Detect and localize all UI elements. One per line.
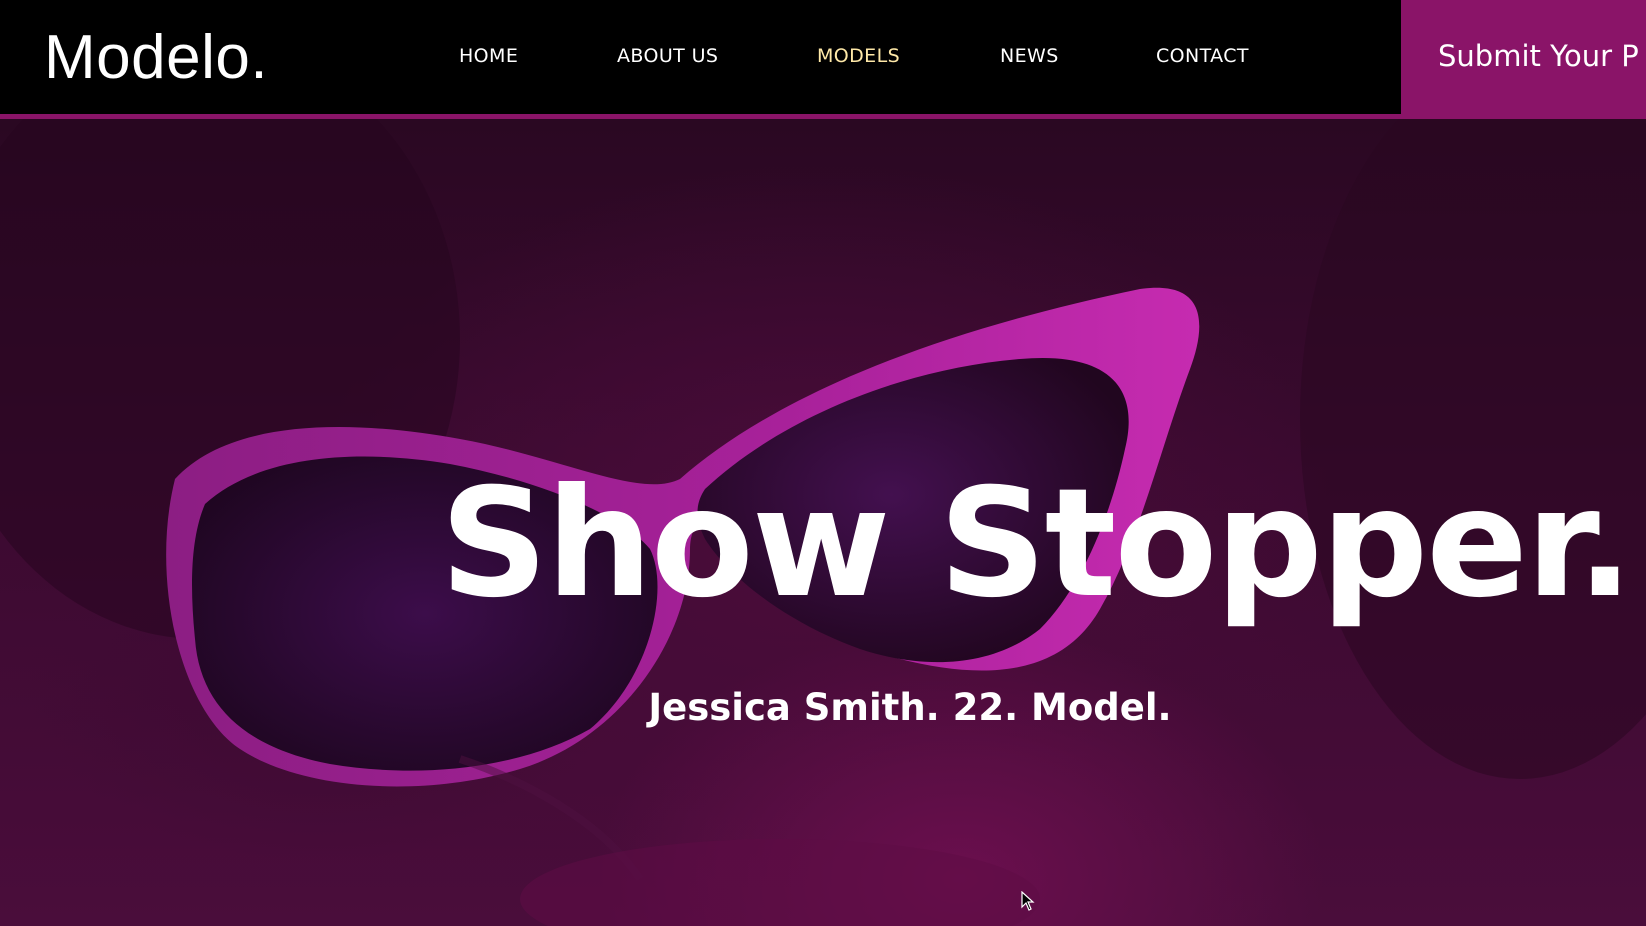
nav-item-about-us[interactable]: ABOUT US <box>617 44 718 68</box>
site-header: Modelo. HOME ABOUT US MODELS NEWS CONTAC… <box>0 0 1646 119</box>
submit-button-label: Submit Your P <box>1438 39 1639 73</box>
nav-item-news[interactable]: NEWS <box>1000 44 1059 68</box>
nav-item-models[interactable]: MODELS <box>817 44 900 68</box>
hero-subtitle: Jessica Smith. 22. Model. <box>648 686 1172 729</box>
hero-title: Show Stopper. <box>440 457 1634 631</box>
submit-your-profile-button[interactable]: Submit Your P <box>1401 0 1646 119</box>
brand-logo[interactable]: Modelo. <box>44 18 268 98</box>
hero-banner: Show Stopper. Jessica Smith. 22. Model. <box>0 119 1646 926</box>
mouse-pointer-icon <box>1021 891 1035 911</box>
nav-item-home[interactable]: HOME <box>459 44 518 68</box>
nav-item-contact[interactable]: CONTACT <box>1156 44 1249 68</box>
